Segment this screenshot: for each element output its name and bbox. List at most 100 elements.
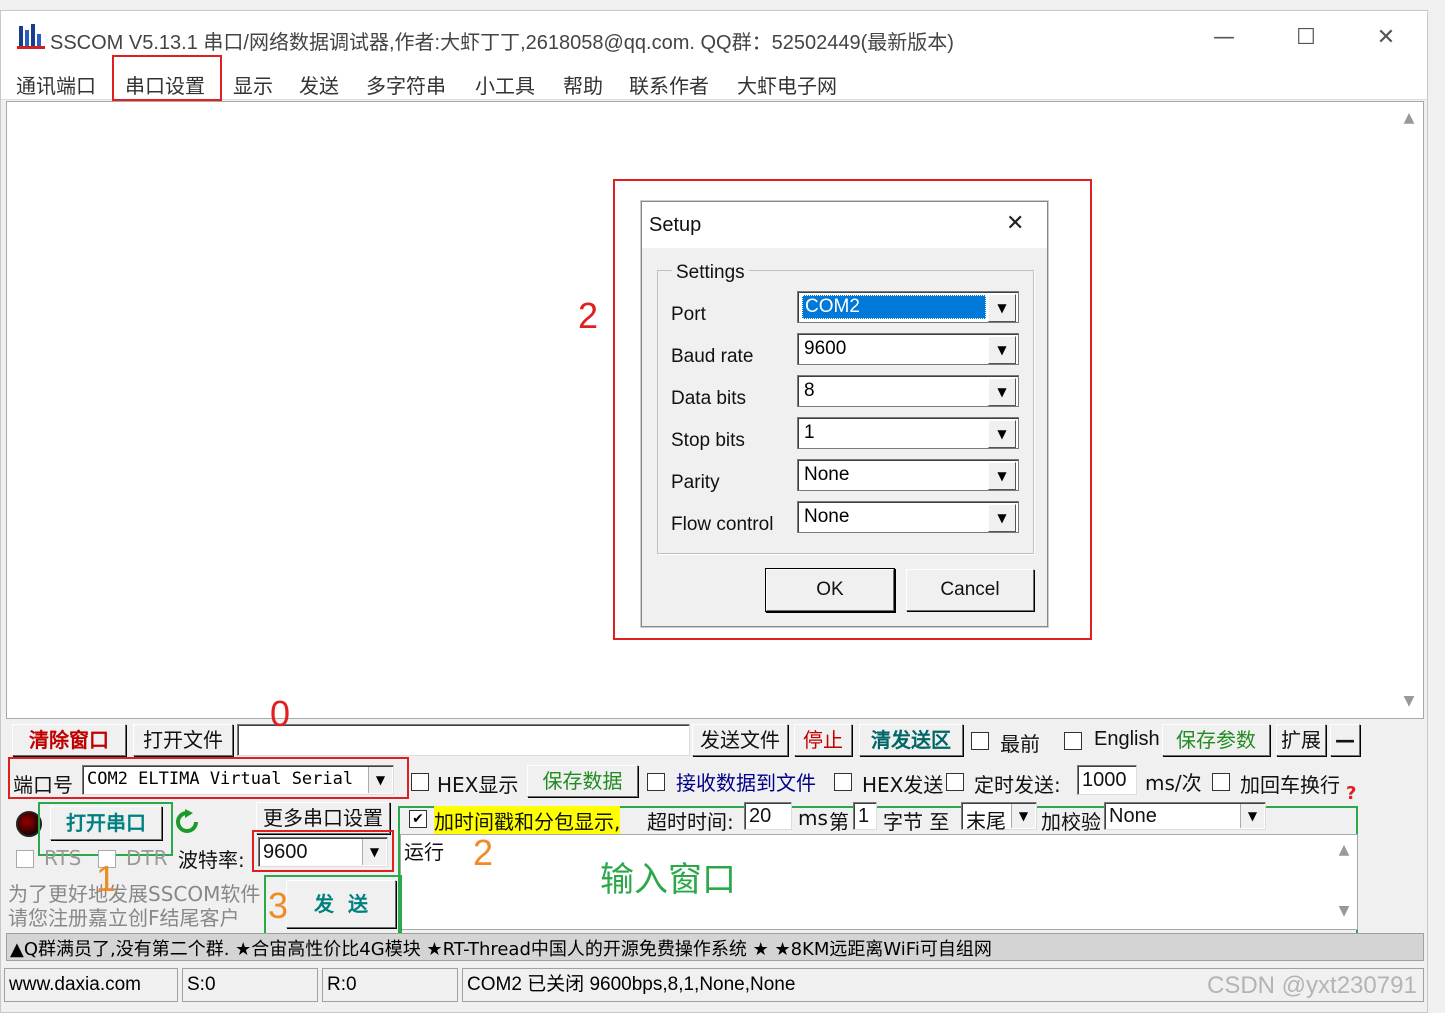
timestamp-label: 加时间戳和分包显示,	[434, 806, 621, 835]
stop-bits-value: 1	[804, 422, 815, 443]
checksum-select[interactable]: None ▼	[1104, 802, 1266, 830]
scroll-up-icon[interactable]: ▲	[1334, 842, 1354, 858]
recv-to-file-label[interactable]: 接收数据到文件	[676, 767, 816, 796]
port-select[interactable]: COM2 ▼	[797, 291, 1019, 323]
close-button[interactable]: ✕	[1366, 24, 1406, 52]
save-params-button[interactable]: 保存参数	[1162, 724, 1270, 756]
port-number-value: COM2 ELTIMA Virtual Serial	[87, 769, 354, 789]
nth-byte-input[interactable]: 1	[853, 802, 877, 830]
chevron-down-icon[interactable]: ▼	[1240, 804, 1264, 828]
annotation-number-0: 0	[270, 693, 291, 734]
menu-comm-port[interactable]: 通讯端口	[16, 70, 96, 99]
scroll-down-icon[interactable]: ▼	[1334, 903, 1354, 919]
ticker-text: ▲Q群满员了,没有第二个群. ★合宙高性价比4G模块 ★RT-Thread中国人…	[10, 939, 992, 960]
status-site: www.daxia.com	[4, 968, 178, 1002]
send-interval-input[interactable]: 1000	[1077, 765, 1137, 795]
port-number-label: 端口号	[13, 773, 73, 797]
recv-to-file-checkbox[interactable]	[647, 773, 665, 791]
menu-contact-author[interactable]: 联系作者	[629, 70, 709, 99]
port-value: COM2	[802, 295, 986, 319]
parity-label: Parity	[671, 472, 720, 493]
timeout-input[interactable]: 20	[744, 802, 792, 830]
help-icon[interactable]: ?	[1346, 783, 1356, 804]
chevron-down-icon[interactable]: ▼	[988, 336, 1016, 364]
nth-label: 第	[829, 810, 849, 834]
clear-window-button[interactable]: 清除窗口	[12, 724, 126, 756]
chevron-down-icon[interactable]: ▼	[362, 839, 386, 865]
add-crlf-label: 加回车换行	[1240, 773, 1340, 797]
timed-send-label: 定时发送:	[974, 773, 1061, 797]
status-sent-count: S:0	[182, 968, 318, 1002]
scroll-down-icon[interactable]: ▼	[1399, 693, 1419, 709]
timed-send-checkbox[interactable]	[946, 773, 964, 791]
save-data-button[interactable]: 保存数据	[527, 765, 638, 797]
flow-control-select[interactable]: None ▼	[797, 501, 1019, 533]
promo-line-2: 请您注册嘉立创F结尾客户	[8, 906, 240, 930]
collapse-button[interactable]: —	[1330, 724, 1360, 756]
send-button[interactable]: 发 送	[286, 880, 396, 928]
chevron-down-icon[interactable]: ▼	[988, 294, 1016, 322]
dialog-title-bar	[642, 202, 1047, 248]
minimize-button[interactable]: —	[1204, 24, 1244, 52]
hex-display-checkbox[interactable]	[411, 773, 429, 791]
chevron-down-icon[interactable]: ▼	[1011, 804, 1035, 828]
annotation-box-serial-menu	[112, 55, 222, 101]
checksum-label: 加校验	[1041, 810, 1101, 834]
parity-select[interactable]: None ▼	[797, 459, 1019, 491]
ok-button[interactable]: OK	[766, 569, 894, 611]
annotation-orange-1: 1	[96, 858, 117, 899]
data-bits-label: Data bits	[671, 388, 746, 409]
chevron-down-icon[interactable]: ▼	[988, 462, 1016, 490]
window-title: SSCOM V5.13.1 串口/网络数据调试器,作者:大虾丁丁,2618058…	[50, 32, 954, 54]
menu-send[interactable]: 发送	[299, 70, 339, 99]
flow-control-label: Flow control	[671, 514, 774, 535]
hex-send-label: HEX发送	[862, 773, 944, 797]
menu-daxia-site[interactable]: 大虾电子网	[737, 70, 837, 99]
parity-value: None	[804, 464, 850, 485]
annotation-orange-3: 3	[268, 885, 289, 926]
maximize-button[interactable]: ☐	[1286, 24, 1326, 52]
menu-display[interactable]: 显示	[233, 70, 273, 99]
end-select[interactable]: 末尾 ▼	[961, 802, 1037, 833]
chevron-down-icon[interactable]: ▼	[988, 378, 1016, 406]
baud-rate-select[interactable]: 9600 ▼	[797, 333, 1019, 365]
stop-button[interactable]: 停止	[794, 724, 852, 756]
input-window-label: 输入窗口	[600, 860, 736, 900]
dtr-label: DTR	[126, 846, 168, 870]
add-crlf-checkbox[interactable]	[1212, 773, 1230, 791]
rts-checkbox[interactable]	[16, 850, 34, 868]
chevron-down-icon[interactable]: ▼	[988, 504, 1016, 532]
baud-select[interactable]: 9600 ▼	[258, 837, 388, 867]
hex-display-label: HEX显示	[437, 773, 519, 797]
data-bits-select[interactable]: 8 ▼	[797, 375, 1019, 407]
annotation-orange-2: 2	[473, 832, 494, 873]
open-port-button[interactable]: 打开串口	[50, 806, 162, 840]
clear-send-button[interactable]: 清发送区	[859, 724, 963, 756]
send-file-button[interactable]: 发送文件	[692, 724, 788, 756]
scroll-up-icon[interactable]: ▲	[1399, 110, 1419, 126]
open-file-button[interactable]: 打开文件	[133, 724, 233, 756]
checksum-value: None	[1109, 805, 1157, 827]
watermark: CSDN @yxt230791	[1207, 972, 1417, 999]
send-input-area[interactable]	[400, 834, 1358, 930]
cancel-button[interactable]: Cancel	[906, 569, 1034, 611]
stop-bits-label: Stop bits	[671, 430, 745, 451]
file-path-input[interactable]	[237, 724, 690, 756]
english-label: English	[1094, 728, 1160, 750]
chevron-down-icon[interactable]: ▼	[368, 767, 392, 793]
dialog-close-icon[interactable]: ✕	[1006, 211, 1024, 236]
expand-button[interactable]: 扩展	[1276, 724, 1326, 756]
refresh-icon[interactable]	[174, 809, 200, 835]
data-bits-value: 8	[804, 380, 815, 401]
stop-bits-select[interactable]: 1 ▼	[797, 417, 1019, 449]
topmost-checkbox[interactable]	[971, 732, 989, 750]
chevron-down-icon[interactable]: ▼	[988, 420, 1016, 448]
hex-send-checkbox[interactable]	[834, 773, 852, 791]
menu-tools[interactable]: 小工具	[475, 70, 535, 99]
menu-multi-string[interactable]: 多字符串	[366, 70, 446, 99]
status-received-count: R:0	[322, 968, 458, 1002]
port-number-select[interactable]: COM2 ELTIMA Virtual Serial ▼	[82, 765, 394, 795]
timestamp-checkbox[interactable]: ✔	[409, 810, 427, 828]
english-checkbox[interactable]	[1064, 732, 1082, 750]
menu-help[interactable]: 帮助	[563, 70, 603, 99]
